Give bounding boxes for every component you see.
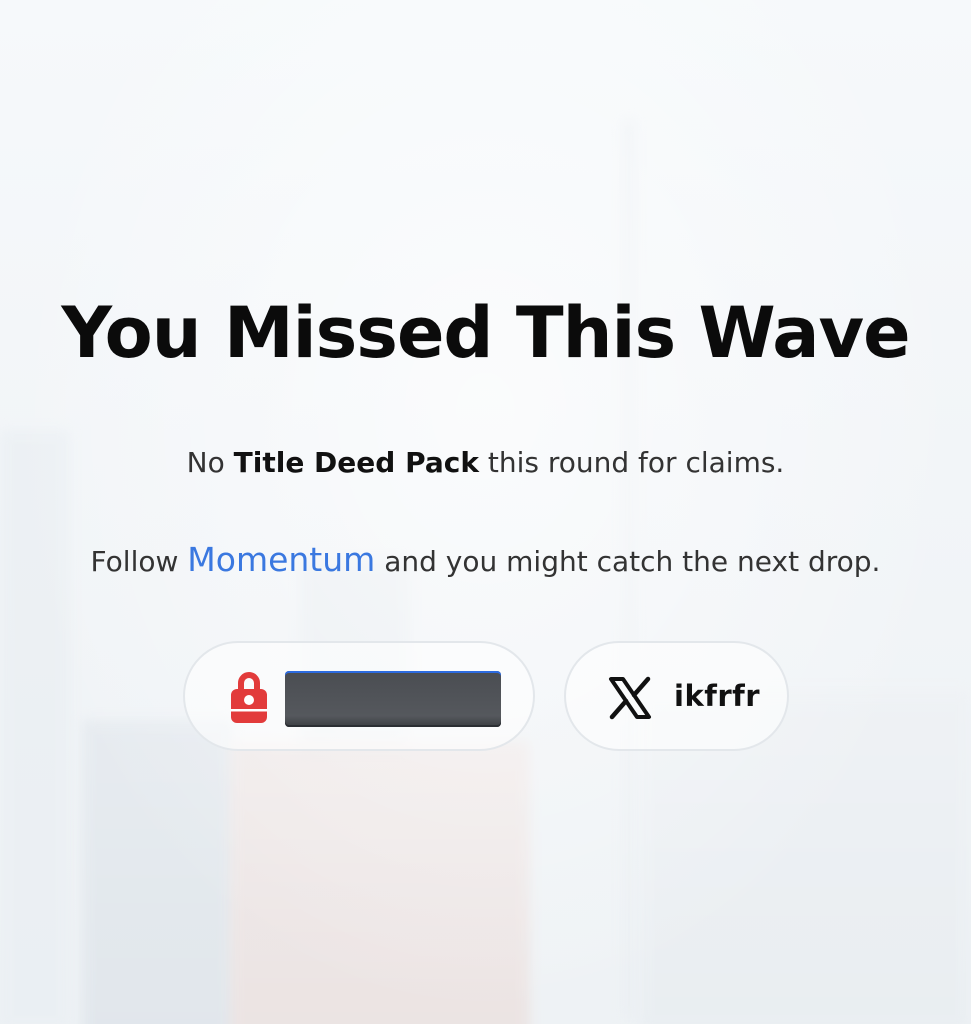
x-account-pill[interactable]: ikfrfr bbox=[564, 641, 789, 751]
message-text: this round for claims. bbox=[487, 446, 785, 479]
pack-name: Title Deed Pack bbox=[233, 446, 479, 479]
wallet-account-pill[interactable] bbox=[183, 641, 535, 751]
message-text: Follow bbox=[90, 545, 179, 578]
redacted-wallet-address bbox=[285, 671, 501, 727]
x-handle: ikfrfr bbox=[674, 679, 761, 713]
no-pack-message: No Title Deed Pack this round for claims… bbox=[0, 446, 971, 479]
x-logo-icon bbox=[609, 676, 651, 720]
lock-icon bbox=[231, 672, 267, 723]
follow-message: Follow Momentum and you might catch the … bbox=[0, 540, 971, 579]
page-title: You Missed This Wave bbox=[61, 292, 910, 374]
momentum-link[interactable]: Momentum bbox=[187, 540, 375, 579]
message-text: No bbox=[186, 446, 225, 479]
message-text: and you might catch the next drop. bbox=[384, 545, 881, 578]
result-screen: You Missed This Wave No Title Deed Pack … bbox=[0, 0, 971, 1024]
